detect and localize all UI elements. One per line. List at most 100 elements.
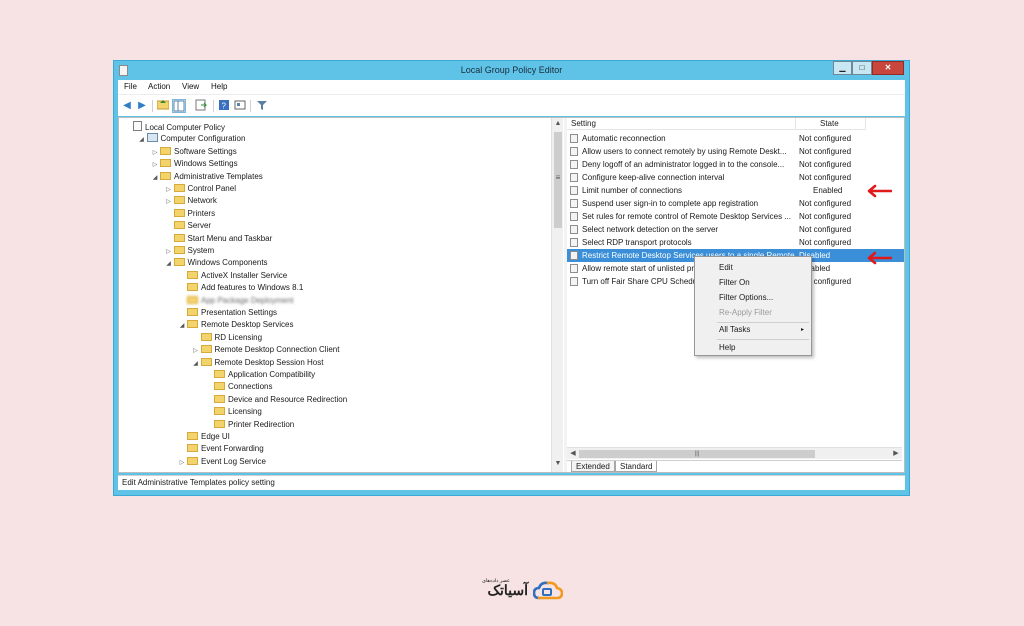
menu-help[interactable]: Help [211,82,227,91]
up-folder-icon[interactable] [156,99,170,113]
tree-item[interactable]: Presentation Settings [177,307,277,319]
policy-row[interactable]: Suspend user sign-in to complete app reg… [567,197,904,210]
tree-item[interactable]: Server [164,220,211,232]
tree-item[interactable]: ActiveX Installer Service [177,270,287,282]
policy-row[interactable]: Configure keep-alive connection interval… [567,171,904,184]
context-menu-help[interactable]: Help [719,343,735,353]
expand-arrow-icon[interactable]: ▷ [164,196,174,208]
brand-logo: عصر داده‌های آسیاتک [460,578,566,604]
policy-setting-icon [570,160,578,169]
scroll-up-icon[interactable]: ▲ [552,118,563,130]
tree-item[interactable]: Add features to Windows 8.1 [177,282,303,294]
policy-setting-name: Set rules for remote control of Remote D… [582,212,791,221]
close-button[interactable]: ✕ [872,61,904,75]
scroll-left-icon[interactable]: ◀ [567,448,579,460]
tree-item[interactable]: Event Forwarding [177,443,264,455]
scroll-down-icon[interactable]: ▼ [552,458,563,470]
collapse-arrow-icon[interactable]: ◢ [191,358,201,370]
tree-item[interactable]: Licensing [204,406,262,418]
tree-item[interactable]: App Package Deployment [177,295,294,307]
policy-row[interactable]: Select network detection on the server No… [567,223,904,236]
title-bar[interactable]: Local Group Policy Editor ▁ □ ✕ [114,61,909,80]
tree-item[interactable]: Start Menu and Taskbar [164,233,272,245]
expand-arrow-icon[interactable]: ▷ [177,457,187,469]
tree-item[interactable]: ◢ Windows Components [164,257,268,269]
back-arrow-icon[interactable]: ◀ [120,99,134,113]
policy-row[interactable]: Select RDP transport protocols Not config… [567,236,904,249]
expand-arrow-icon[interactable]: ▷ [150,159,160,171]
status-bar: Edit Administrative Templates policy set… [118,475,905,490]
policy-state: Not configured [799,134,852,143]
policy-row[interactable]: Deny logoff of an administrator logged i… [567,158,904,171]
policy-row[interactable]: Allow users to connect remotely by using… [567,145,904,158]
tree-item[interactable]: ◢ Remote Desktop Session Host [191,357,323,370]
folder-icon [214,382,225,391]
export-list-icon[interactable] [194,99,208,113]
help-icon[interactable]: ? [217,99,231,113]
folder-icon [173,196,185,205]
tree-item[interactable]: Edge UI [177,431,230,443]
tree-item[interactable]: ▷ Software Settings [150,146,237,158]
scroll-thumb[interactable]: ||| [579,450,815,458]
menu-action[interactable]: Action [148,82,170,91]
forward-arrow-icon[interactable]: ▶ [135,99,149,113]
collapse-arrow-icon[interactable]: ◢ [177,320,187,332]
show-hide-tree-icon[interactable] [172,99,186,113]
menu-file[interactable]: File [124,82,137,91]
tree-item[interactable]: Connections [204,381,272,393]
tree-item[interactable]: Printer Redirection [204,419,294,431]
tree-item[interactable]: ▷ System [164,245,214,258]
tree-item[interactable]: ◢ Administrative Templates [150,171,263,183]
expand-arrow-icon[interactable]: ▷ [164,246,174,258]
tree-item-label: Connections [228,382,273,392]
context-menu-filter-on[interactable]: Filter On [719,278,750,288]
collapse-arrow-icon[interactable]: ◢ [150,172,160,184]
tree-item[interactable]: Device and Resource Redirection [204,394,347,406]
policy-row[interactable]: Automatic reconnection Not configured [567,132,904,145]
tree-vertical-scrollbar[interactable]: ▲ ≡ ▼ [551,118,563,472]
list-horizontal-scrollbar[interactable]: ◀ ||| ▶ [567,447,902,459]
folder-icon [173,258,185,267]
tree-item[interactable]: ▷ Event Log Service [177,456,266,468]
tree-item[interactable]: ◢ Remote Desktop Services [177,319,293,331]
computer-icon [146,133,158,143]
minimize-button[interactable]: ▁ [833,61,852,75]
expand-arrow-icon[interactable]: ▷ [191,345,201,357]
tree-item[interactable]: ▷ Control Panel [164,183,236,195]
expand-arrow-icon[interactable]: ▷ [150,147,160,159]
tab-standard[interactable]: Standard [615,461,658,472]
policy-setting-name: Configure keep-alive connection interval [582,173,725,182]
properties-icon[interactable] [233,99,247,113]
tree-item[interactable]: ▷ Remote Desktop Connection Client [191,344,339,357]
tree-item[interactable]: RD Licensing [191,332,262,344]
context-menu-all-tasks[interactable]: All Tasks [719,325,750,335]
tree-item[interactable]: ◢ Computer Configuration [137,133,245,146]
policy-state: Not configured [799,199,852,208]
tree-item-label: Control Panel [187,184,236,193]
maximize-button[interactable]: □ [852,61,872,75]
tree-item-label: Network [187,196,217,206]
tree-item[interactable]: Application Compatibility [204,369,315,381]
collapse-arrow-icon[interactable]: ◢ [164,258,174,270]
context-menu-edit[interactable]: Edit [719,263,733,273]
filter-icon[interactable] [255,99,269,113]
tree-item-label: Licensing [228,407,262,417]
scroll-right-icon[interactable]: ▶ [890,448,902,460]
cloud-logo-icon [533,581,563,600]
policy-setting-icon [570,199,578,208]
collapse-arrow-icon[interactable]: ◢ [137,134,147,146]
tree-item[interactable]: Local Computer Policy [123,121,225,133]
policy-row[interactable]: Limit number of connections Enabled [567,184,904,197]
column-header-state[interactable]: State [796,118,866,130]
policy-setting-icon [570,186,578,195]
tree-item[interactable]: Printers [164,208,215,220]
menu-view[interactable]: View [182,82,199,91]
tab-extended[interactable]: Extended [571,461,615,472]
expand-arrow-icon[interactable]: ▷ [164,184,174,196]
context-menu-filter-options[interactable]: Filter Options... [719,293,773,303]
folder-icon [214,394,225,403]
column-header-setting[interactable]: Setting [567,118,796,130]
tree-item[interactable]: ▷ Windows Settings [150,158,238,170]
policy-row[interactable]: Set rules for remote control of Remote D… [567,210,904,223]
tree-item[interactable]: ▷ Network [164,195,217,207]
